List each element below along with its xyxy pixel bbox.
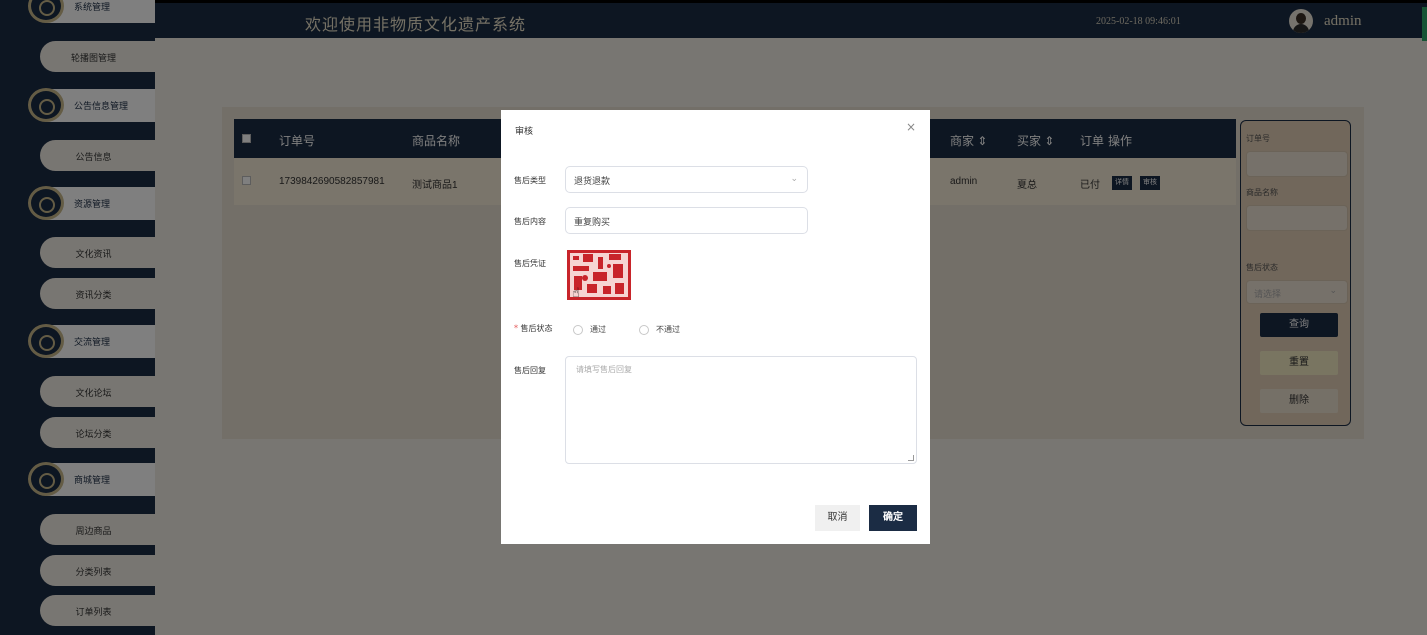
type-value: 退货退款 <box>574 176 611 186</box>
content-input[interactable]: 重复购买 <box>565 207 808 234</box>
reply-textarea[interactable]: 请填写售后回复 <box>565 356 917 464</box>
dialog-title: 审核 <box>515 127 534 137</box>
content-label: 售后内容 <box>514 217 546 226</box>
cancel-button[interactable]: 取消 <box>815 505 860 531</box>
radio-approve-label[interactable]: 通过 <box>590 324 606 335</box>
content-value: 重复购买 <box>574 217 611 227</box>
resize-handle-icon[interactable] <box>908 455 914 461</box>
status-label-text: 售后状态 <box>520 324 553 333</box>
reply-placeholder: 请填写售后回复 <box>576 365 632 374</box>
confirm-button[interactable]: 确定 <box>869 505 917 531</box>
required-mark: * <box>514 324 518 333</box>
status-label: * 售后状态 <box>514 323 553 334</box>
type-select[interactable]: 退货退款 ⌄ <box>565 166 808 193</box>
pointer-cursor-icon: ☝ <box>572 286 580 301</box>
proof-label: 售后凭证 <box>514 259 546 268</box>
reply-label: 售后回复 <box>514 366 546 375</box>
close-icon[interactable]: × <box>906 120 916 134</box>
chevron-down-icon: ⌄ <box>790 173 798 183</box>
radio-reject[interactable] <box>639 325 649 335</box>
type-label: 售后类型 <box>514 176 546 185</box>
review-dialog: 审核 × 售后类型 退货退款 ⌄ 售后内容 重复购买 售后凭证 ☝ * 售后状态… <box>501 110 930 544</box>
radio-reject-label[interactable]: 不通过 <box>656 324 680 335</box>
radio-approve[interactable] <box>573 325 583 335</box>
